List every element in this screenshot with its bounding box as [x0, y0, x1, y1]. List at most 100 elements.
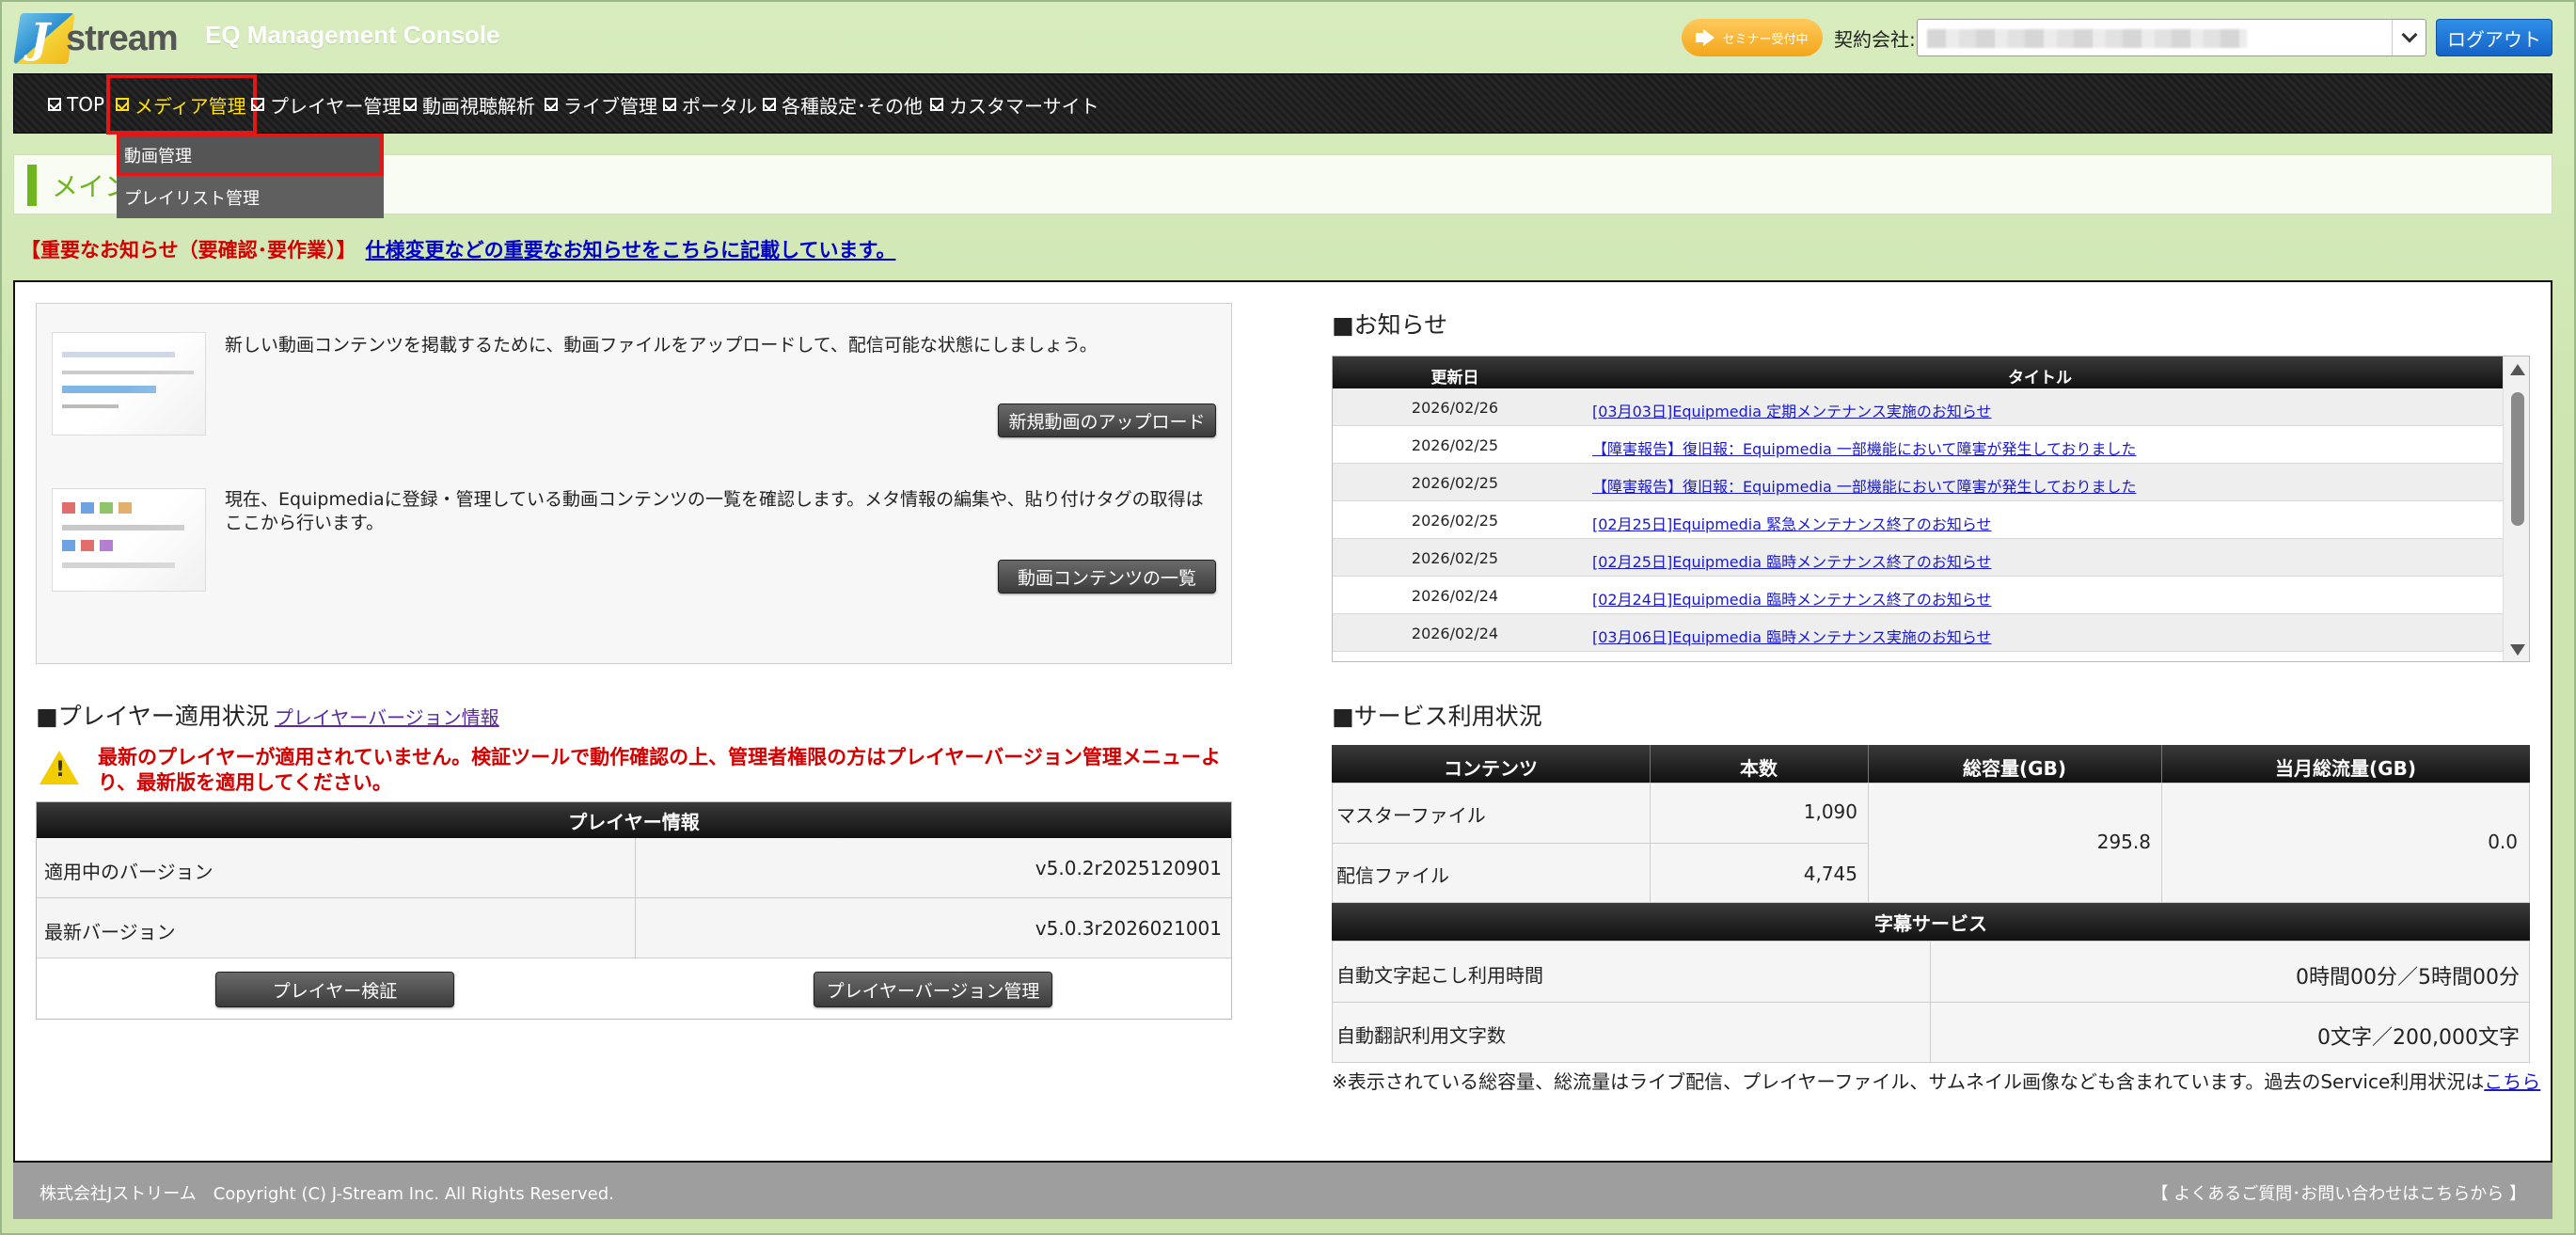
service-note: ※表示されている総容量、総流量はライブ配信、プレイヤーファイル、サムネイル画像な…: [1332, 1067, 2540, 1094]
nav-item-customer-site[interactable]: カスタマーサイト: [930, 74, 1099, 135]
player-verify-button[interactable]: プレイヤー検証: [215, 972, 454, 1007]
upload-video-button[interactable]: 新規動画のアップロード: [998, 404, 1216, 437]
news-section-title: ■お知らせ: [1332, 311, 1448, 339]
footer-copyright: 株式会社Jストリーム Copyright (C) J-Stream Inc. A…: [40, 1184, 614, 1204]
service-row-label: マスターファイル: [1336, 804, 1486, 827]
contract-value-redacted: [1927, 29, 2247, 48]
checkbox-icon: [545, 98, 558, 111]
scroll-up-arrow-icon[interactable]: [2510, 364, 2525, 375]
news-date: 2026/02/25: [1411, 512, 1499, 530]
translation-chars-value: 0文字／200,000文字: [2317, 1026, 2520, 1050]
nav-item-label: カスタマーサイト: [949, 94, 1099, 118]
media-dropdown-menu: 動画管理 プレイリスト管理: [117, 134, 384, 218]
service-table-body: マスターファイル 1,090 配信ファイル 4,745 295.8 0.0: [1332, 783, 2530, 903]
latest-version-value: v5.0.3r2026021001: [1035, 917, 1222, 940]
monthly-traffic-value: 0.0: [2488, 831, 2518, 853]
page-title-bar: メイン: [13, 154, 2552, 214]
news-table: 更新日 タイトル 2026/02/26 [03月03日]Equipmedia 定…: [1332, 356, 2530, 662]
nav-item-analytics[interactable]: 動画視聴解析: [403, 74, 535, 135]
chevron-down-icon: [2401, 26, 2417, 43]
current-version-label: 適用中のバージョン: [44, 861, 213, 883]
player-info-row: 最新バージョン v5.0.3r2026021001: [37, 898, 1231, 958]
contract-select[interactable]: [1917, 19, 2426, 56]
transcription-time-value: 0時間00分／5時間00分: [2296, 966, 2520, 990]
content-list-thumbnail: [52, 488, 206, 592]
player-section-title: ■プレイヤー適用状況 プレイヤーバージョン情報: [36, 698, 499, 732]
page: J stream EQ Management Console セミナー受付中 契…: [0, 0, 2576, 1235]
logo-initial: J: [30, 15, 50, 63]
news-title-link[interactable]: [02月24日]Equipmedia 臨時メンテナンス終了のお知らせ: [1592, 587, 1992, 610]
checkbox-icon: [48, 98, 61, 111]
scroll-thumb[interactable]: [2511, 392, 2524, 526]
dropdown-item-playlist-management[interactable]: プレイリスト管理: [117, 176, 384, 218]
service-table-header: コンテンツ 本数 総容量(GB) 当月総流量(GB): [1332, 745, 2530, 783]
contract-select-arrow[interactable]: [2392, 20, 2426, 55]
service-history-link[interactable]: こちら: [2484, 1070, 2540, 1093]
logout-button[interactable]: ログアウト: [2436, 19, 2552, 56]
news-date: 2026/02/25: [1411, 436, 1499, 454]
footer-help-link[interactable]: 【 よくあるご質問･お問い合わせはこちらから 】: [2152, 1180, 2526, 1205]
nav-item-live[interactable]: ライブ管理: [545, 74, 657, 135]
news-date: 2026/02/24: [1411, 625, 1499, 642]
checkbox-icon: [116, 98, 129, 111]
nav-item-label: ポータル: [682, 94, 757, 118]
news-title-link[interactable]: [02月25日]Equipmedia 臨時メンテナンス終了のお知らせ: [1592, 549, 1992, 572]
jstream-logo[interactable]: J stream: [13, 9, 179, 66]
player-version-manage-button[interactable]: プレイヤーバージョン管理: [814, 972, 1052, 1007]
nav-item-label: 動画視聴解析: [422, 94, 535, 118]
checkbox-icon: [930, 98, 943, 111]
player-section-heading: ■プレイヤー適用状況: [36, 703, 269, 730]
nav-item-portal[interactable]: ポータル: [663, 74, 757, 135]
notice-prefix: 【重要なお知らせ（要確認･要作業）】: [21, 239, 356, 261]
news-title-link[interactable]: [03月03日]Equipmedia 定期メンテナンス実施のお知らせ: [1592, 399, 1992, 421]
news-row: 2026/02/24 [02月24日]Equipmedia 臨時メンテナンス終了…: [1333, 577, 2503, 614]
translation-chars-label: 自動翻訳利用文字数: [1336, 1024, 1506, 1047]
news-row: 2026/02/25 【障害報告】復旧報：Equipmedia 一部機能において…: [1333, 464, 2503, 501]
notice-link[interactable]: 仕様変更などの重要なお知らせをこちらに記載しています。: [366, 239, 896, 261]
transcription-time-label: 自動文字起こし利用時間: [1336, 964, 1543, 987]
nav-item-media[interactable]: メディア管理: [106, 74, 257, 135]
player-warning: 最新のプレイヤーが適用されていません。検証ツールで動作確認の上、管理者権限の方は…: [98, 746, 1221, 795]
scroll-down-arrow-icon[interactable]: [2510, 644, 2525, 656]
news-date: 2026/02/26: [1411, 399, 1499, 417]
news-row: 2026/02/24 [03月06日]Equipmedia 臨時メンテナンス実施…: [1333, 614, 2503, 652]
service-col-traffic: 当月総流量(GB): [2275, 757, 2416, 780]
logo-text: stream: [66, 19, 179, 58]
title-accent: [27, 165, 37, 206]
service-row-count: 1,090: [1803, 800, 1857, 823]
current-version-value: v5.0.2r2025120901: [1035, 857, 1222, 879]
nav-item-player[interactable]: プレイヤー管理: [251, 74, 401, 135]
player-version-info-link[interactable]: プレイヤーバージョン情報: [275, 706, 499, 729]
news-title-link[interactable]: 【障害報告】復旧報：Equipmedia 一部機能において障害が発生しておりまし…: [1592, 474, 2137, 497]
nav-item-settings[interactable]: 各種設定･その他: [763, 74, 923, 135]
nav-item-label: ライブ管理: [563, 94, 657, 118]
news-table-header: 更新日 タイトル: [1333, 356, 2503, 388]
news-scrollbar[interactable]: [2503, 356, 2529, 661]
seminar-badge-label: セミナー受付中: [1722, 32, 1809, 47]
nav-item-top[interactable]: TOP: [48, 74, 104, 135]
important-notice: 【重要なお知らせ（要確認･要作業）】 仕様変更などの重要なお知らせをこちらに記載し…: [21, 235, 895, 263]
service-col-content: コンテンツ: [1444, 757, 1538, 780]
megaphone-icon: [1696, 29, 1716, 46]
seminar-badge[interactable]: セミナー受付中: [1682, 19, 1823, 56]
checkbox-icon: [763, 98, 776, 111]
main-nav: TOP メディア管理 プレイヤー管理 動画視聴解析 ライブ管理 ポータル 各種設…: [13, 73, 2552, 135]
dropdown-item-video-management[interactable]: 動画管理: [117, 134, 384, 176]
checkbox-icon: [251, 98, 264, 111]
nav-item-label: 各種設定･その他: [782, 94, 923, 118]
latest-version-label: 最新バージョン: [44, 921, 176, 943]
player-info-row: 適用中のバージョン v5.0.2r2025120901: [37, 838, 1231, 898]
news-col-date: 更新日: [1430, 369, 1479, 388]
service-row-label: 配信ファイル: [1336, 864, 1449, 887]
news-row: 2026/02/26 [03月03日]Equipmedia 定期メンテナンス実施…: [1333, 388, 2503, 426]
news-title-link[interactable]: 【障害報告】復旧報：Equipmedia 一部機能において障害が発生しておりまし…: [1592, 436, 2137, 459]
news-title-link[interactable]: [03月06日]Equipmedia 臨時メンテナンス実施のお知らせ: [1592, 625, 1992, 647]
news-row: 2026/02/25 [02月25日]Equipmedia 緊急メンテナンス終了…: [1333, 501, 2503, 539]
news-date: 2026/02/25: [1411, 549, 1499, 567]
upload-thumbnail: [52, 332, 206, 435]
content-list-button[interactable]: 動画コンテンツの一覧: [998, 560, 1216, 594]
checkbox-icon: [403, 98, 417, 111]
checkbox-icon: [663, 98, 676, 111]
news-col-title: タイトル: [2008, 369, 2072, 388]
news-title-link[interactable]: [02月25日]Equipmedia 緊急メンテナンス終了のお知らせ: [1592, 512, 1992, 534]
